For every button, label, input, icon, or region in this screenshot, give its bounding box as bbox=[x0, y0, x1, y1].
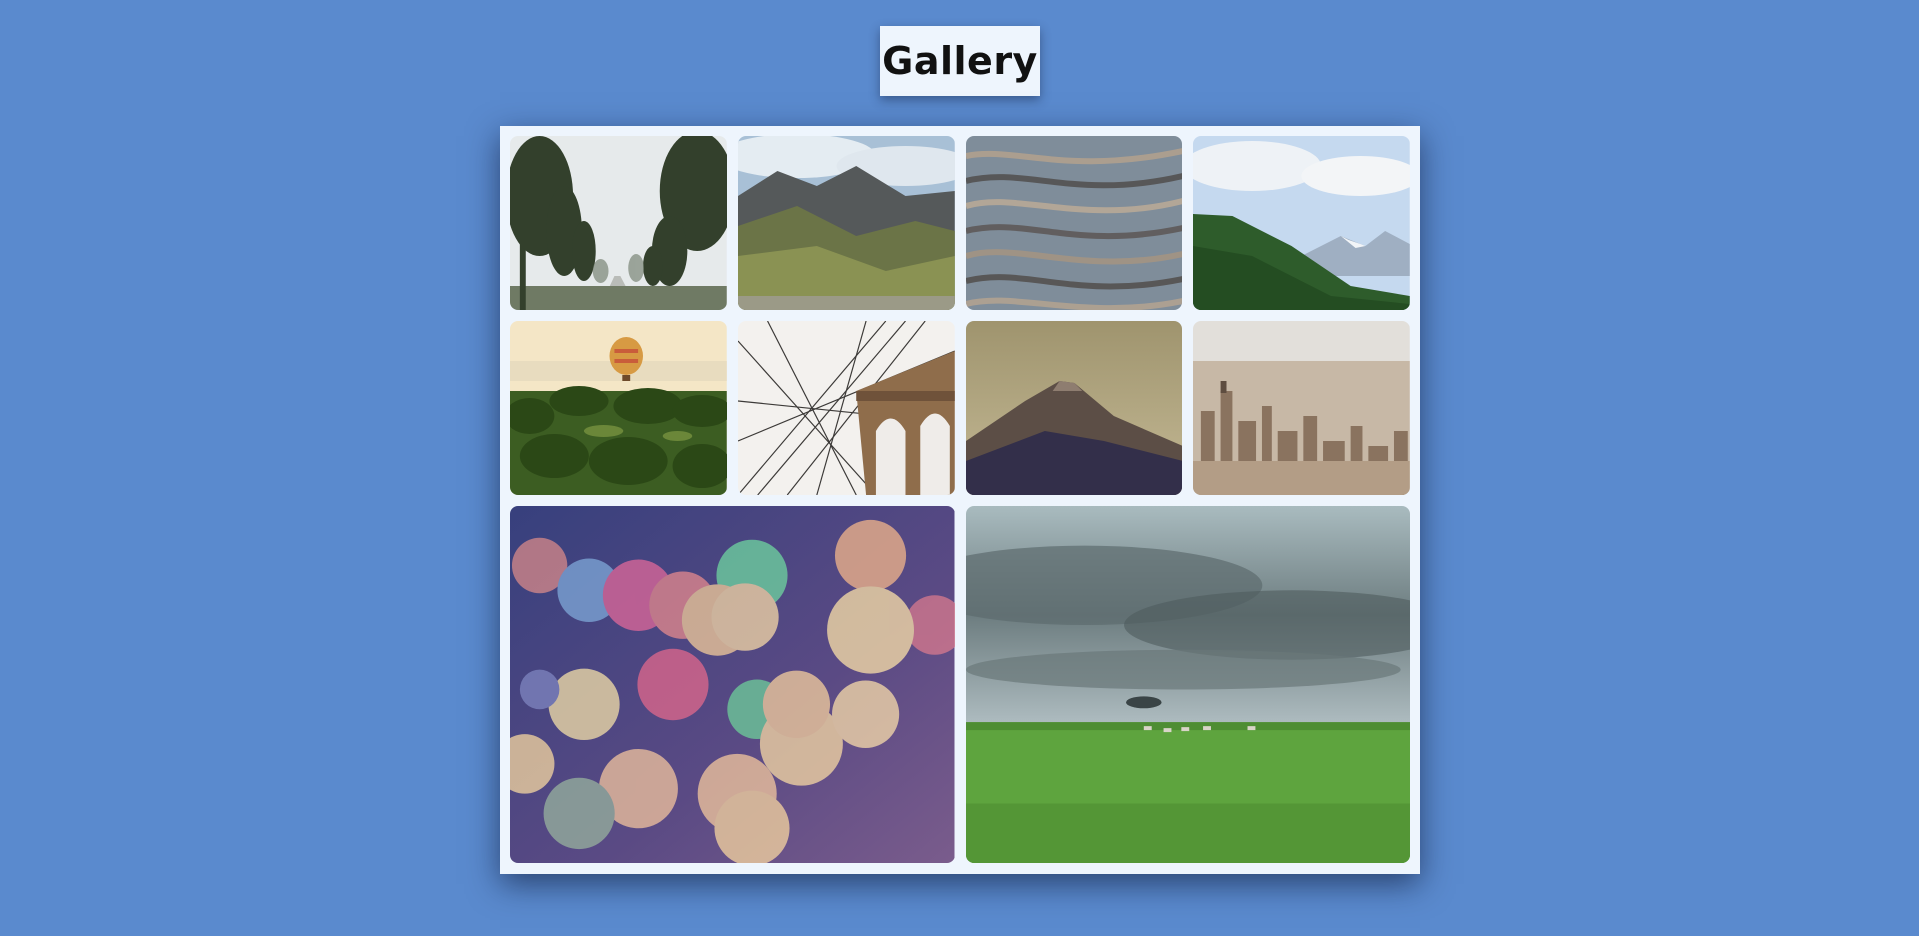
bokeh-lights-image bbox=[510, 506, 955, 863]
gallery-image-hazy-city-skyline[interactable] bbox=[1193, 321, 1410, 495]
hot-air-balloon-palms-image bbox=[510, 321, 727, 495]
forested-mountain-ridge-image bbox=[1193, 136, 1410, 310]
gallery-image-hot-air-balloon-palms[interactable] bbox=[510, 321, 727, 495]
gallery-panel bbox=[500, 126, 1420, 874]
gallery-image-foggy-tree-road[interactable] bbox=[510, 136, 727, 310]
misty-volcano-image bbox=[965, 321, 1183, 495]
gallery-image-bridge-cables[interactable] bbox=[737, 321, 955, 495]
gallery-grid bbox=[510, 136, 1410, 863]
gallery-image-storm-over-grassland[interactable] bbox=[965, 506, 1410, 863]
bridge-cables-image bbox=[737, 321, 955, 495]
gallery-image-bokeh-lights[interactable] bbox=[510, 506, 955, 863]
gallery-image-misty-volcano[interactable] bbox=[965, 321, 1183, 495]
foggy-tree-road-image bbox=[510, 136, 727, 310]
page-title: Gallery bbox=[880, 26, 1040, 96]
storm-over-grassland-image bbox=[965, 506, 1410, 863]
gallery-image-cloudy-mountain-valley[interactable] bbox=[737, 136, 955, 310]
cloudy-mountain-valley-image bbox=[737, 136, 955, 310]
gallery-image-forested-mountain-ridge[interactable] bbox=[1193, 136, 1410, 310]
rippled-water-image bbox=[965, 136, 1183, 310]
gallery-image-rippled-water[interactable] bbox=[965, 136, 1183, 310]
hazy-city-skyline-image bbox=[1193, 321, 1410, 495]
